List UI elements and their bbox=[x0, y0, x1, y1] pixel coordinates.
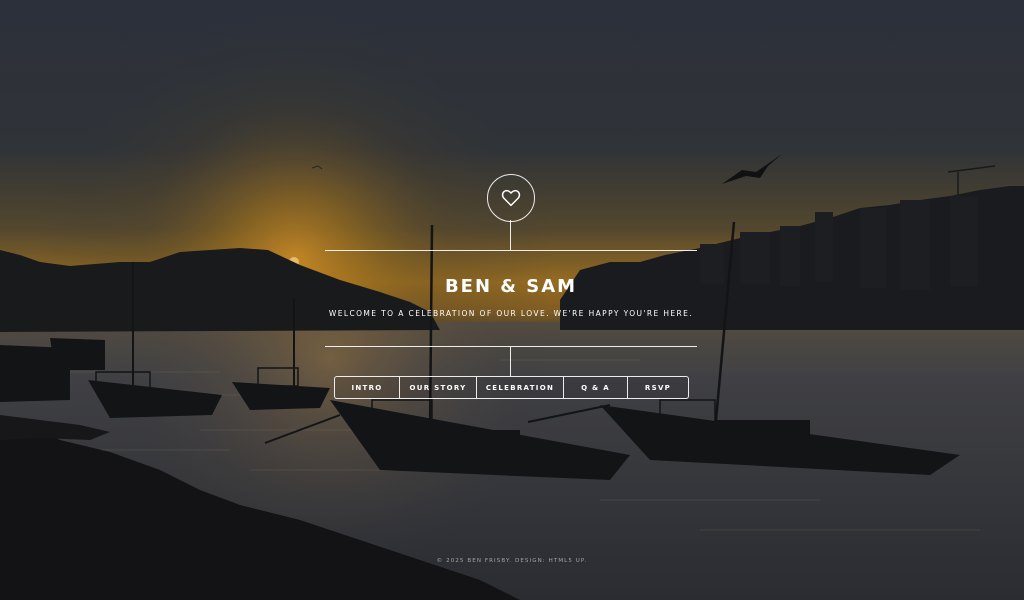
divider-top bbox=[325, 250, 697, 251]
footer-copyright: © 2025 Ben Frisby. bbox=[436, 558, 513, 564]
connector-line-top bbox=[510, 220, 511, 250]
background-overlay bbox=[0, 0, 1024, 600]
connector-line-bottom bbox=[510, 347, 511, 376]
page-title: BEN & SAM bbox=[444, 276, 578, 297]
nav-item-rsvp[interactable]: RSVP bbox=[627, 377, 688, 398]
footer-design-link[interactable]: HTML5 UP. bbox=[549, 558, 588, 564]
main-nav: Intro Our Story Celebration Q & A RSVP bbox=[334, 376, 689, 399]
divider-bottom bbox=[325, 346, 697, 347]
nav-item-q-and-a[interactable]: Q & A bbox=[563, 377, 627, 398]
nav-item-our-story[interactable]: Our Story bbox=[399, 377, 476, 398]
tagline: Welcome to a celebration of our love. We… bbox=[328, 309, 694, 318]
nav-item-celebration[interactable]: Celebration bbox=[476, 377, 563, 398]
heart-icon bbox=[501, 189, 521, 207]
footer-design-label: Design: bbox=[515, 558, 546, 564]
nav-item-intro[interactable]: Intro bbox=[335, 377, 399, 398]
logo-circle bbox=[487, 174, 535, 222]
footer: © 2025 Ben Frisby. Design: HTML5 UP. bbox=[0, 558, 1024, 564]
